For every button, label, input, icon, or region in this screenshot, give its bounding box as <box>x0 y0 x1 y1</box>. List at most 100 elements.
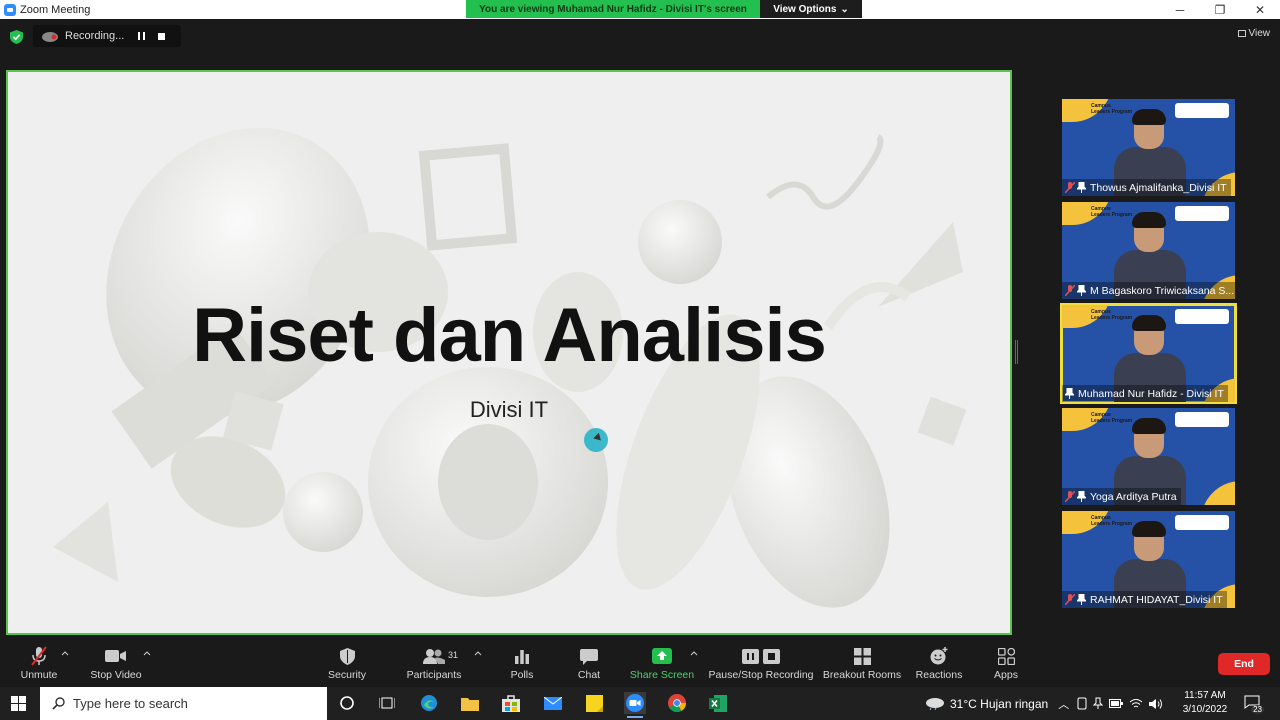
view-button[interactable]: View <box>1237 28 1270 39</box>
security-button[interactable]: Security <box>325 646 369 686</box>
security-label: Security <box>328 669 366 681</box>
windows-taskbar: Type here to search 31°C Hujan ringan ︿ … <box>0 687 1280 720</box>
participant-name-bar: Muhamad Nur Hafidz - Divisi IT <box>1062 385 1228 402</box>
participant-name: Muhamad Nur Hafidz - Divisi IT <box>1078 387 1224 400</box>
edge-app-button[interactable] <box>418 692 440 714</box>
panel-resize-handle[interactable] <box>1015 340 1018 364</box>
polls-bar-chart-icon <box>515 650 529 664</box>
file-explorer-button[interactable] <box>459 692 481 714</box>
search-placeholder: Type here to search <box>73 696 188 711</box>
stop-video-label: Stop Video <box>90 669 142 681</box>
participant-name-bar: RAHMAT HIDAYAT_Divisi IT <box>1062 591 1227 608</box>
chrome-app-button[interactable] <box>666 692 688 714</box>
polls-button[interactable]: Polls <box>506 646 538 686</box>
viewing-message: You are viewing Muhamad Nur Hafidz - Div… <box>466 0 760 18</box>
virtual-background-logo <box>1175 206 1229 221</box>
pin-icon <box>1077 285 1086 296</box>
virtual-background-logo <box>1175 515 1229 530</box>
pause-stop-recording-label: Pause/Stop Recording <box>708 669 814 681</box>
pause-recording-button[interactable] <box>131 26 151 46</box>
slide-title: Riset dan Analisis <box>192 293 827 378</box>
notification-count: 23 <box>1251 705 1264 714</box>
pause-icon <box>742 648 759 664</box>
clock-time: 11:57 AM <box>1184 690 1226 701</box>
stop-recording-button[interactable] <box>151 26 171 46</box>
participant-name: M Bagaskoro Triwicaksana S... <box>1090 284 1235 297</box>
battery-icon[interactable] <box>1109 699 1124 708</box>
folder-icon <box>461 697 479 711</box>
sticky-notes-button[interactable] <box>583 692 605 714</box>
share-screen-label: Share Screen <box>629 669 695 681</box>
participant-tile[interactable]: Campus Leaders Program RAHMAT HIDAYAT_Divi… <box>1062 511 1235 608</box>
mail-app-button[interactable] <box>542 692 564 714</box>
minimize-button[interactable]: ─ <box>1160 0 1200 19</box>
unmute-label: Unmute <box>20 669 58 681</box>
unmute-button[interactable]: Unmute <box>20 646 58 686</box>
grid-view-icon <box>1237 30 1246 37</box>
share-options-caret-icon[interactable] <box>690 650 698 658</box>
taskbar-search-box[interactable]: Type here to search <box>40 687 327 720</box>
wifi-icon[interactable] <box>1129 698 1143 709</box>
edge-browser-icon <box>421 695 437 711</box>
virtual-background-logo <box>1175 309 1229 324</box>
meeting-toolbar: Unmute Stop Video Security Participants … <box>0 640 1280 687</box>
excel-app-button[interactable] <box>707 692 729 714</box>
meeting-topbar: Recording... View <box>0 19 1280 69</box>
encryption-shield-icon[interactable] <box>10 30 23 44</box>
view-options-button[interactable]: View Options ⌄ <box>760 0 862 18</box>
windows-start-icon[interactable] <box>11 696 26 711</box>
sticky-note-icon <box>585 694 603 712</box>
reactions-button[interactable]: Reactions <box>914 646 964 686</box>
video-options-caret-icon[interactable] <box>143 650 151 658</box>
pause-stop-recording-button[interactable]: Pause/Stop Recording <box>708 646 814 686</box>
pin-icon <box>1065 388 1074 399</box>
participants-options-caret-icon[interactable] <box>474 650 482 658</box>
viewing-banner: You are viewing Muhamad Nur Hafidz - Div… <box>466 0 862 18</box>
weather-text[interactable]: 31°C Hujan ringan <box>950 697 1048 711</box>
apps-icon <box>997 647 1015 665</box>
cloud-recording-icon <box>42 31 58 42</box>
close-button[interactable]: ✕ <box>1240 0 1280 19</box>
participant-tile[interactable]: Campus Leaders Program Thowus Ajmalifanka_… <box>1062 99 1235 196</box>
taskbar-clock[interactable]: 11:57 AM 3/10/2022 <box>1180 689 1230 717</box>
audio-options-caret-icon[interactable] <box>61 650 69 658</box>
store-app-button[interactable] <box>500 692 522 714</box>
tray-overflow-chevron-icon[interactable]: ︿ <box>1058 696 1069 712</box>
microphone-muted-icon <box>1065 594 1075 605</box>
slide-subtitle: Divisi IT <box>469 397 549 422</box>
security-shield-icon <box>339 647 355 665</box>
chat-button[interactable]: Chat <box>573 646 605 686</box>
chrome-browser-icon <box>668 694 686 712</box>
chat-bubble-icon <box>580 648 598 665</box>
polls-label: Polls <box>510 669 534 681</box>
breakout-rooms-button[interactable]: Breakout Rooms <box>822 646 902 686</box>
participants-count: 31 <box>448 650 459 660</box>
microphone-muted-icon <box>1065 182 1075 193</box>
participant-name: RAHMAT HIDAYAT_Divisi IT <box>1090 593 1223 606</box>
clock-date: 3/10/2022 <box>1182 704 1228 715</box>
reactions-label: Reactions <box>915 669 963 681</box>
pause-icon <box>137 32 145 40</box>
mail-envelope-icon <box>544 696 562 710</box>
end-meeting-button[interactable]: End <box>1218 653 1270 675</box>
participant-tile[interactable]: Campus Leaders Program M Bagaskoro Triwica… <box>1062 202 1235 299</box>
participant-tile[interactable]: Campus Leaders Program Muhamad Nur Hafidz … <box>1060 303 1237 404</box>
apps-button[interactable]: Apps <box>990 646 1022 686</box>
weather-rain-cloud-icon <box>926 698 944 710</box>
participant-tile[interactable]: Campus Leaders Program Yoga Arditya Putra <box>1062 408 1235 505</box>
meet-now-icon[interactable] <box>1077 697 1087 710</box>
cortana-button[interactable] <box>336 692 358 714</box>
stop-icon <box>157 32 165 40</box>
pin-icon[interactable] <box>1093 697 1104 710</box>
share-screen-button[interactable]: Share Screen <box>630 646 694 686</box>
task-view-button[interactable] <box>376 692 398 714</box>
chevron-down-icon: ⌄ <box>840 3 849 15</box>
notification-center-button[interactable]: 23 <box>1244 695 1264 714</box>
zoom-app-button[interactable] <box>624 692 646 718</box>
stop-video-button[interactable]: Stop Video <box>90 646 142 686</box>
virtual-background-logo <box>1175 412 1229 427</box>
task-view-icon <box>379 697 395 709</box>
volume-icon[interactable] <box>1149 698 1163 710</box>
breakout-rooms-label: Breakout Rooms <box>822 669 902 681</box>
maximize-button[interactable]: ❐ <box>1200 0 1240 19</box>
